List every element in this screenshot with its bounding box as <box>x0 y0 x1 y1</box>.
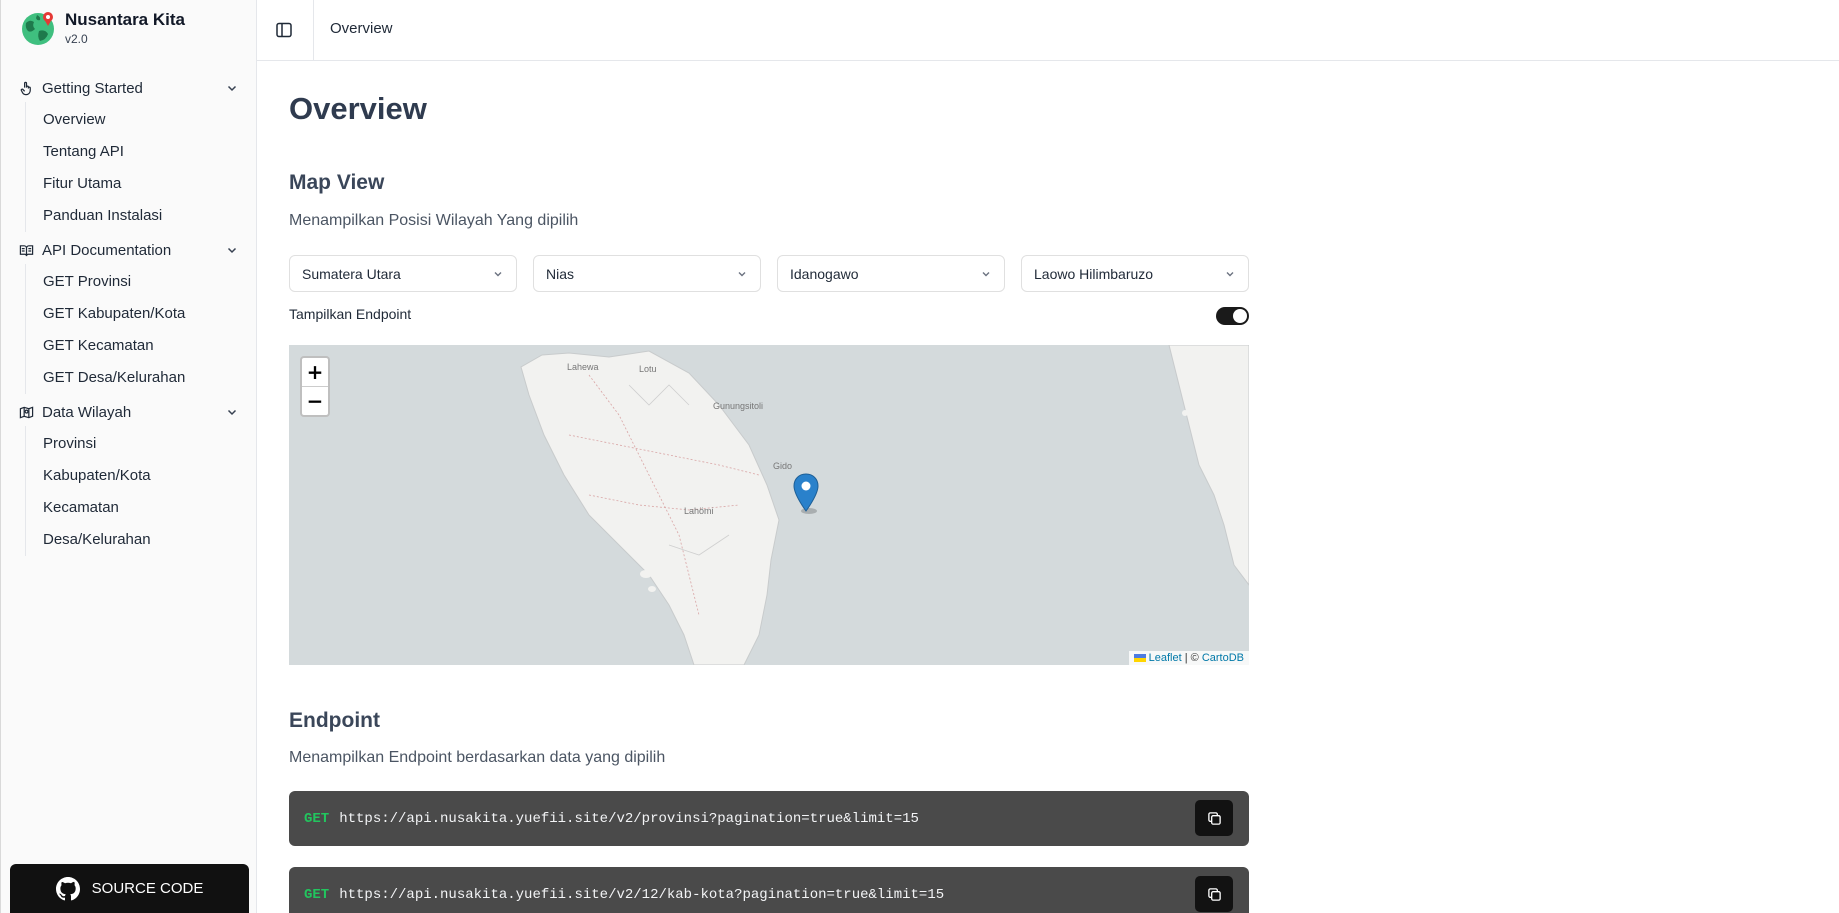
sidebar-item-provinsi[interactable]: Provinsi <box>26 428 257 460</box>
zoom-out-button[interactable]: − <box>302 387 328 415</box>
sidebar-item-get-kecamatan[interactable]: GET Kecamatan <box>26 330 257 362</box>
cartodb-link[interactable]: CartoDB <box>1202 652 1244 664</box>
app-version: v2.0 <box>65 31 88 46</box>
endpoint-toggle-switch[interactable] <box>1216 307 1249 325</box>
endpoint-code-block: GET https://api.nusakita.yuefii.site/v2/… <box>289 867 1249 913</box>
brand-text: Nusantara Kita v2.0 <box>65 10 185 47</box>
http-method: GET <box>304 886 330 903</box>
sidebar-item-tentang-api[interactable]: Tentang API <box>26 136 257 168</box>
sidebar: Nusantara Kita v2.0 Getting Started Over… <box>0 0 257 913</box>
source-code-label: SOURCE CODE <box>91 880 204 897</box>
map-marker-icon[interactable] <box>793 473 819 514</box>
map-section-description: Menampilkan Posisi Wilayah Yang dipilih <box>289 212 579 229</box>
sidebar-nav: Getting Started Overview Tentang API Fit… <box>1 70 257 556</box>
nav-sublist-api-documentation: GET Provinsi GET Kabupaten/Kota GET Keca… <box>25 264 257 394</box>
map-label: Gido <box>773 461 793 471</box>
map-label: Lahewa <box>567 362 599 372</box>
zoom-in-button[interactable]: + <box>302 358 328 387</box>
map-attribution: Leaflet | © CartoDB <box>1128 651 1249 665</box>
breadcrumb: Overview <box>330 20 393 37</box>
copy-button[interactable] <box>1195 876 1233 912</box>
chevron-down-icon <box>982 271 990 276</box>
nav-group-api-documentation[interactable]: API Documentation <box>1 236 257 264</box>
endpoint-section-description: Menampilkan Endpoint berdasarkan data ya… <box>289 749 666 766</box>
chevron-down-icon <box>227 409 237 416</box>
select-value: Nias <box>546 265 575 282</box>
map-label: Gunungsitoli <box>713 401 764 411</box>
select-value: Idanogawo <box>790 265 859 282</box>
endpoint-url: https://api.nusakita.yuefii.site/v2/12/k… <box>339 886 945 903</box>
nav-group-label: Getting Started <box>42 79 143 97</box>
sidebar-item-desa-kelurahan[interactable]: Desa/Kelurahan <box>26 524 257 556</box>
map-label: Lahömi <box>684 506 714 516</box>
chevron-down-icon <box>494 271 502 276</box>
endpoint-section-title: Endpoint <box>289 709 380 732</box>
select-value: Laowo Hilimbaruzo <box>1034 265 1154 282</box>
map-tiles <box>289 345 1249 665</box>
chevron-down-icon <box>227 85 237 92</box>
chevron-down-icon <box>227 247 237 254</box>
copy-icon <box>1207 887 1221 901</box>
select-value: Sumatera Utara <box>302 265 401 282</box>
book-icon <box>18 242 34 258</box>
leaflet-link[interactable]: Leaflet <box>1149 652 1182 664</box>
select-provinsi[interactable]: Sumatera Utara <box>289 255 517 292</box>
select-kabupaten-kota[interactable]: Nias <box>533 255 761 292</box>
app-name: Nusantara Kita <box>65 9 185 29</box>
panel-left-icon <box>276 22 292 38</box>
copy-button[interactable] <box>1195 800 1233 836</box>
attribution-separator: | © <box>1181 652 1202 664</box>
select-desa-kelurahan[interactable]: Laowo Hilimbaruzo <box>1021 255 1249 292</box>
sidebar-item-overview[interactable]: Overview <box>26 104 257 136</box>
header-divider <box>313 0 314 61</box>
sidebar-item-panduan-instalasi[interactable]: Panduan Instalasi <box>26 200 257 232</box>
globe-logo-icon <box>22 12 54 45</box>
sidebar-item-kabupaten-kota[interactable]: Kabupaten/Kota <box>26 460 257 492</box>
sidebar-item-get-kabupaten-kota[interactable]: GET Kabupaten/Kota <box>26 298 257 330</box>
sidebar-item-get-desa-kelurahan[interactable]: GET Desa/Kelurahan <box>26 362 257 394</box>
chevron-down-icon <box>1226 271 1234 276</box>
sidebar-item-fitur-utama[interactable]: Fitur Utama <box>26 168 257 200</box>
brand[interactable]: Nusantara Kita v2.0 <box>19 9 185 47</box>
hand-pointer-icon <box>18 80 34 96</box>
nav-group-data-wilayah[interactable]: Data Wilayah <box>1 398 257 426</box>
http-method: GET <box>304 810 330 827</box>
map-icon <box>18 404 34 420</box>
map-view[interactable]: Lahewa Lotu Gunungsitoli Gido Lahömi + −… <box>289 345 1249 665</box>
sidebar-item-get-provinsi[interactable]: GET Provinsi <box>26 266 257 298</box>
github-icon <box>55 876 80 900</box>
endpoint-code-block: GET https://api.nusakita.yuefii.site/v2/… <box>289 791 1249 846</box>
endpoint-url: https://api.nusakita.yuefii.site/v2/prov… <box>339 810 919 827</box>
map-section-title: Map View <box>289 171 385 194</box>
select-kecamatan[interactable]: Idanogawo <box>777 255 1005 292</box>
nav-sublist-getting-started: Overview Tentang API Fitur Utama Panduan… <box>25 102 257 232</box>
zoom-control: + − <box>300 356 330 417</box>
nav-group-label: Data Wilayah <box>42 403 132 421</box>
sidebar-toggle-button[interactable] <box>273 19 295 41</box>
endpoint-toggle-label: Tampilkan Endpoint <box>289 306 412 322</box>
chevron-down-icon <box>738 271 746 276</box>
map-label: Lotu <box>639 364 657 374</box>
page-title: Overview <box>289 91 427 126</box>
nav-group-label: API Documentation <box>42 241 172 259</box>
app-root: Nusantara Kita v2.0 Getting Started Over… <box>0 0 1839 913</box>
sidebar-item-kecamatan[interactable]: Kecamatan <box>26 492 257 524</box>
nav-group-getting-started[interactable]: Getting Started <box>1 74 257 102</box>
nav-sublist-data-wilayah: Provinsi Kabupaten/Kota Kecamatan Desa/K… <box>25 426 257 556</box>
switch-knob <box>1233 309 1247 323</box>
ukraine-flag-icon <box>1133 654 1146 662</box>
copy-icon <box>1207 811 1221 825</box>
top-bar: Overview <box>257 0 1839 61</box>
source-code-button[interactable]: SOURCE CODE <box>10 864 249 913</box>
